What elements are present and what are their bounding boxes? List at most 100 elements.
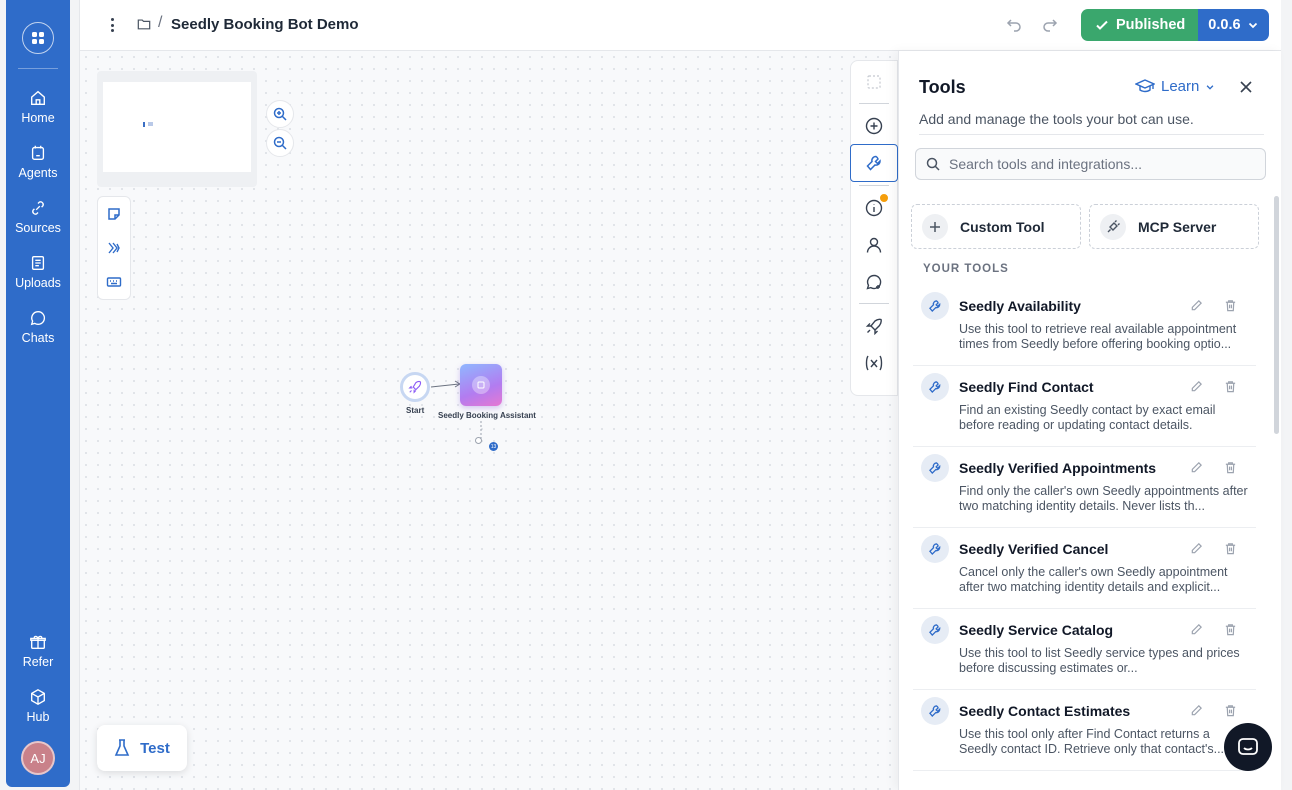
list-item[interactable]: Seedly Verified Cancel Cancel only the c…: [913, 528, 1256, 609]
custom-tool-label: Custom Tool: [960, 218, 1045, 235]
tool-rail: [850, 60, 898, 396]
deploy-button[interactable]: [850, 307, 898, 344]
tool-description: Use this tool only after Find Contact re…: [959, 727, 1225, 756]
redo-icon[interactable]: [1042, 16, 1058, 32]
scrollbar[interactable]: [1274, 196, 1279, 434]
version-dropdown[interactable]: 0.0.6: [1198, 9, 1269, 41]
tool-name: Seedly Verified Appointments: [959, 460, 1157, 476]
graduation-cap-icon: [1135, 78, 1155, 92]
publish-control: Published 0.0.6: [1081, 9, 1269, 41]
search-field[interactable]: [915, 148, 1266, 180]
avatar[interactable]: AJ: [21, 741, 55, 775]
support-chat-button[interactable]: [1224, 723, 1272, 771]
undo-icon[interactable]: [1006, 16, 1022, 32]
flow-canvas[interactable]: Start Seedly Booking Assistant 13 Test: [80, 51, 898, 790]
pencil-icon[interactable]: [1190, 380, 1203, 393]
pencil-icon[interactable]: [1190, 542, 1203, 555]
test-button[interactable]: Test: [97, 725, 187, 771]
add-node-button[interactable]: [850, 107, 898, 144]
selection-icon: [867, 74, 881, 89]
rocket-icon: [408, 380, 422, 394]
trash-icon[interactable]: [1224, 704, 1237, 717]
sidebar-item-label: Hub: [26, 709, 50, 724]
trash-icon[interactable]: [1224, 623, 1237, 636]
tools-button[interactable]: [850, 144, 898, 182]
wrench-icon: [866, 155, 881, 171]
sidebar-item-refer[interactable]: Refer: [6, 623, 70, 678]
published-label: Published: [1116, 17, 1186, 33]
learn-label: Learn: [1161, 78, 1200, 95]
page-title: Seedly Booking Bot Demo: [171, 16, 359, 33]
list-item[interactable]: Seedly Verified Appointments Find only t…: [913, 447, 1256, 528]
app-logo-icon[interactable]: [22, 22, 54, 54]
flask-icon: [114, 739, 130, 756]
mcp-server-label: MCP Server: [1138, 218, 1217, 235]
divider: [919, 134, 1264, 135]
wrench-icon: [921, 697, 949, 725]
variables-button[interactable]: [850, 344, 898, 381]
sidebar: Home Agents Sources Uploads Chats Refer …: [6, 0, 70, 787]
chat-icon: [1238, 738, 1258, 755]
tools-panel: Tools Learn Add and manage the tools you…: [898, 51, 1281, 790]
plus-icon: [930, 221, 940, 232]
select-tool-button[interactable]: [850, 63, 898, 100]
wrench-icon: [921, 373, 949, 401]
pencil-icon[interactable]: [1190, 704, 1203, 717]
sidebar-item-uploads[interactable]: Uploads: [6, 244, 70, 299]
sidebar-item-hub[interactable]: Hub: [6, 678, 70, 733]
trash-icon[interactable]: [1224, 461, 1237, 474]
node-handle[interactable]: [475, 437, 482, 444]
tool-name: Seedly Contact Estimates: [959, 703, 1131, 719]
tool-description: Find only the caller's own Seedly appoin…: [959, 484, 1248, 513]
sidebar-item-label: Sources: [15, 220, 61, 235]
pencil-icon[interactable]: [1190, 461, 1203, 474]
persona-button[interactable]: [850, 226, 898, 263]
custom-tool-button[interactable]: Custom Tool: [911, 204, 1081, 249]
version-label: 0.0.6: [1208, 17, 1241, 33]
mcp-server-button[interactable]: MCP Server: [1089, 204, 1259, 249]
trash-icon[interactable]: [1224, 380, 1237, 393]
top-bar: / Seedly Booking Bot Demo Published 0.0.…: [80, 0, 1281, 51]
folder-icon[interactable]: [137, 17, 151, 31]
wrench-icon: [921, 292, 949, 320]
published-button[interactable]: Published: [1081, 9, 1199, 41]
wrench-icon: [921, 616, 949, 644]
sidebar-divider: [18, 68, 58, 69]
info-button[interactable]: [850, 189, 898, 226]
learn-dropdown[interactable]: Learn: [1135, 78, 1215, 95]
main-area: / Seedly Booking Bot Demo Published 0.0.…: [79, 0, 1281, 790]
new-chat-button[interactable]: [850, 263, 898, 300]
sidebar-item-chats[interactable]: Chats: [6, 299, 70, 354]
tool-list: Seedly Availability Use this tool to ret…: [913, 285, 1256, 771]
start-node[interactable]: [400, 372, 430, 402]
panel-title: Tools: [919, 77, 966, 97]
cube-icon: [31, 688, 45, 705]
gift-icon: [30, 635, 46, 649]
user-icon: [866, 237, 882, 253]
more-options-icon[interactable]: [102, 15, 122, 35]
tool-description: Find an existing Seedly contact by exact…: [959, 403, 1216, 432]
assistant-node[interactable]: [460, 364, 502, 406]
trash-icon[interactable]: [1224, 299, 1237, 312]
tool-name: Seedly Availability: [959, 298, 1081, 314]
close-icon[interactable]: [1238, 79, 1254, 95]
panel-subtitle: Add and manage the tools your bot can us…: [919, 111, 1194, 127]
list-item[interactable]: Seedly Service Catalog Use this tool to …: [913, 609, 1256, 690]
test-label: Test: [140, 739, 170, 757]
node-count-badge: 13: [489, 442, 498, 451]
sidebar-item-home[interactable]: Home: [6, 79, 70, 134]
list-item[interactable]: Seedly Contact Estimates Use this tool o…: [913, 690, 1256, 771]
sidebar-item-agents[interactable]: Agents: [6, 134, 70, 189]
plus-circle-icon: [865, 117, 883, 134]
tool-name: Seedly Find Contact: [959, 379, 1094, 395]
chat-add-icon: [866, 274, 882, 290]
search-icon: [926, 157, 940, 171]
tool-description: Use this tool to retrieve real available…: [959, 322, 1237, 351]
list-item[interactable]: Seedly Availability Use this tool to ret…: [913, 285, 1256, 366]
search-input[interactable]: [949, 156, 1249, 172]
list-item[interactable]: Seedly Find Contact Find an existing See…: [913, 366, 1256, 447]
pencil-icon[interactable]: [1190, 299, 1203, 312]
trash-icon[interactable]: [1224, 542, 1237, 555]
sidebar-item-sources[interactable]: Sources: [6, 189, 70, 244]
pencil-icon[interactable]: [1190, 623, 1203, 636]
